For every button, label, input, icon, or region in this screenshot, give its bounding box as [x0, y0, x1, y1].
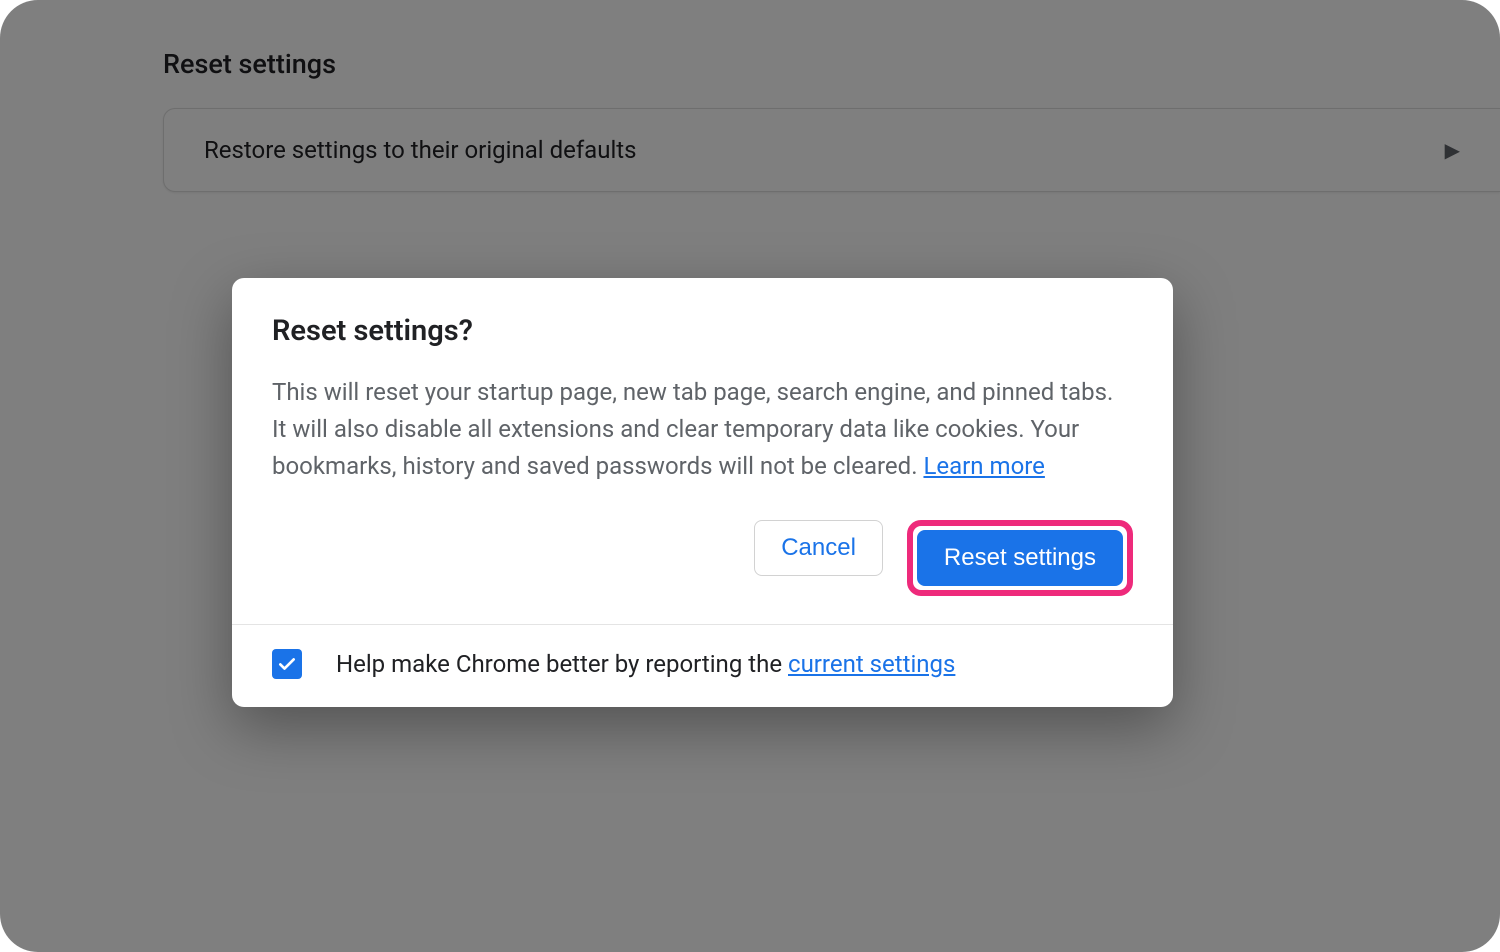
- reset-settings-button[interactable]: Reset settings: [917, 530, 1123, 586]
- checkmark-icon: [277, 654, 297, 674]
- dialog-title: Reset settings?: [272, 314, 1133, 348]
- dialog-description: This will reset your startup page, new t…: [272, 374, 1133, 486]
- current-settings-link[interactable]: current settings: [788, 650, 955, 678]
- highlight-ring: Reset settings: [907, 520, 1133, 596]
- dialog-body: Reset settings? This will reset your sta…: [232, 278, 1173, 624]
- learn-more-link[interactable]: Learn more: [923, 452, 1044, 480]
- dialog-actions: Cancel Reset settings: [272, 486, 1133, 596]
- footer-text: Help make Chrome better by reporting the…: [336, 650, 955, 678]
- dialog-footer: Help make Chrome better by reporting the…: [232, 624, 1173, 707]
- report-settings-checkbox[interactable]: [272, 649, 302, 679]
- footer-text-prefix: Help make Chrome better by reporting the: [336, 650, 788, 678]
- cancel-button[interactable]: Cancel: [754, 520, 883, 576]
- reset-settings-dialog: Reset settings? This will reset your sta…: [232, 278, 1173, 707]
